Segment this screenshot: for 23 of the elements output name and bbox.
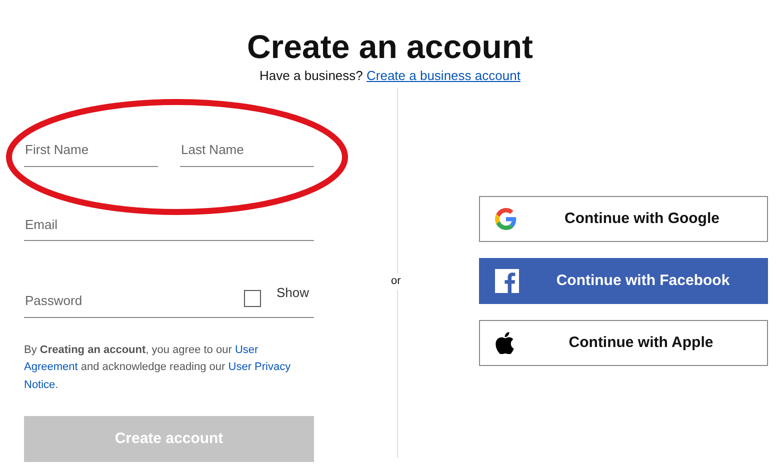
terms-link[interactable]: User Privacy <box>228 361 291 373</box>
last-name-field[interactable]: Last Name <box>180 140 314 166</box>
password-field[interactable]: Password <box>24 291 244 316</box>
google-icon <box>495 208 517 230</box>
terms-link[interactable]: Notice <box>24 378 56 390</box>
page-title: Create an account <box>246 27 534 66</box>
show-label[interactable]: Show <box>276 283 309 302</box>
terms-link[interactable]: Agreement <box>24 361 78 373</box>
or-separator: or <box>391 273 401 290</box>
apple-icon <box>495 332 515 354</box>
terms-text: . <box>55 378 58 390</box>
terms-text: and acknowledge reading our <box>80 361 226 373</box>
show-password-checkbox[interactable] <box>244 290 262 306</box>
business-account-link[interactable]: Create a business account <box>366 68 520 83</box>
apple-button[interactable]: Continue with Apple <box>479 320 768 366</box>
google-button[interactable]: Continue with Google <box>479 196 768 242</box>
terms-text: By Creating an account, you agree to our <box>24 344 233 356</box>
facebook-icon <box>495 269 519 293</box>
facebook-button[interactable]: Continue with Facebook <box>479 258 768 304</box>
email-field[interactable]: Email <box>24 214 314 241</box>
first-name-field[interactable]: First Name <box>24 140 158 166</box>
subtitle-text: Have a business? <box>260 68 364 83</box>
terms-link[interactable]: User <box>234 344 258 356</box>
